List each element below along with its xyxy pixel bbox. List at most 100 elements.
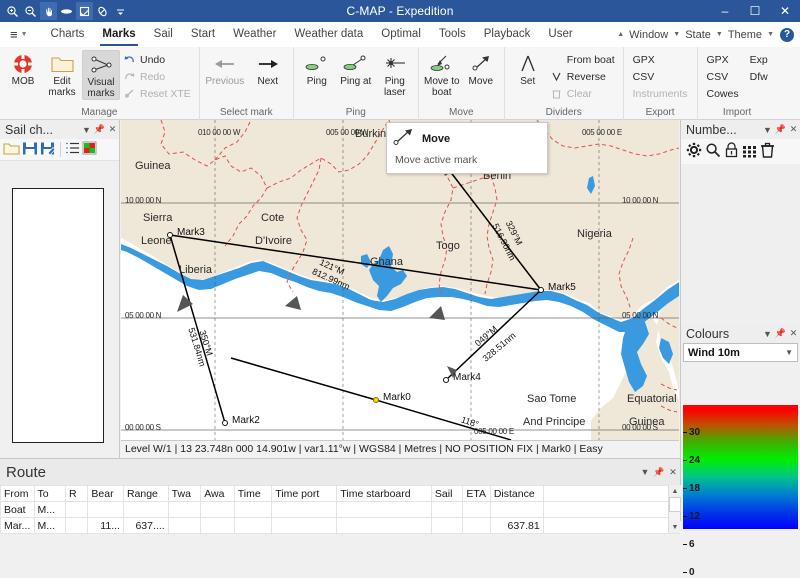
import-dfw-button[interactable]: Dfw — [745, 69, 773, 86]
export-instruments-button[interactable]: Instruments — [628, 86, 693, 103]
save-edit-icon[interactable] — [40, 141, 56, 159]
mark-point[interactable] — [167, 232, 173, 238]
tab-start[interactable]: Start — [182, 22, 224, 47]
chart-map-view[interactable]: 010 00 00 W 005 00 00 W 000 00 00 W 005 … — [121, 120, 679, 458]
reverse-button[interactable]: Reverse — [548, 68, 619, 85]
col-blank[interactable] — [543, 486, 679, 502]
open-folder-icon[interactable] — [3, 141, 20, 159]
search-icon[interactable] — [705, 142, 721, 161]
scroll-up-icon[interactable]: ▲ — [669, 485, 681, 497]
mark-point[interactable] — [538, 287, 544, 293]
col-sail[interactable]: Sail — [431, 486, 463, 502]
mark-point[interactable] — [222, 420, 228, 426]
reset-xte-button[interactable]: Reset XTE — [121, 85, 195, 102]
tab-marks[interactable]: Marks — [93, 22, 144, 47]
map-canvas[interactable]: 010 00 00 W 005 00 00 W 000 00 00 W 005 … — [121, 120, 679, 440]
tab-tools[interactable]: Tools — [430, 22, 475, 47]
clear-dividers-button[interactable]: Clear — [548, 85, 619, 102]
move-button[interactable]: Move — [462, 50, 500, 88]
import-cowes-button[interactable]: Cowes — [702, 86, 744, 103]
route-vertical-scrollbar[interactable]: ▲ ▼ — [668, 485, 680, 533]
app-menu-button[interactable]: ≡ ▼ — [10, 28, 28, 41]
scroll-down-icon[interactable]: ▼ — [669, 521, 681, 533]
pin-icon[interactable]: 📌 — [774, 328, 787, 339]
close-icon[interactable]: ✕ — [666, 467, 680, 478]
qat-more-icon[interactable] — [112, 2, 129, 20]
from-boat-button[interactable]: From boat — [548, 51, 619, 68]
boat-icon[interactable] — [58, 2, 75, 20]
restore-window-icon[interactable] — [76, 2, 93, 20]
col-time-port[interactable]: Time port — [272, 486, 337, 502]
import-gpx-button[interactable]: GPX — [702, 52, 744, 69]
tab-optimal[interactable]: Optimal — [372, 22, 430, 47]
mob-button[interactable]: MOB — [4, 50, 42, 88]
pin-icon[interactable]: 📌 — [652, 467, 666, 478]
tab-weather-data[interactable]: Weather data — [285, 22, 372, 47]
col-twa[interactable]: Twa — [168, 486, 201, 502]
mark-point[interactable] — [443, 377, 449, 383]
chevron-up-icon[interactable]: ▲ — [616, 31, 625, 38]
tab-sail[interactable]: Sail — [145, 22, 182, 47]
zoom-in-icon[interactable] — [4, 2, 21, 20]
table-row[interactable]: Boat M... — [1, 502, 680, 518]
save-icon[interactable] — [22, 141, 38, 159]
chevron-down-icon-theme[interactable]: ▼ — [766, 31, 775, 38]
col-range[interactable]: Range — [123, 486, 168, 502]
chevron-down-icon[interactable]: ▼ — [638, 467, 652, 477]
maximize-button[interactable]: ☐ — [740, 0, 770, 22]
minimize-button[interactable]: – — [710, 0, 740, 22]
tab-user[interactable]: User — [539, 22, 581, 47]
set-dividers-button[interactable]: Set — [509, 50, 547, 88]
menu-state[interactable]: State — [683, 29, 713, 41]
tab-weather[interactable]: Weather — [224, 22, 285, 47]
chevron-down-icon-window[interactable]: ▼ — [672, 31, 681, 38]
ping-at-button[interactable]: Ping at — [337, 50, 375, 88]
close-button[interactable]: ✕ — [770, 0, 800, 22]
col-awa[interactable]: Awa — [201, 486, 235, 502]
help-icon[interactable]: ? — [780, 28, 794, 42]
tab-playback[interactable]: Playback — [475, 22, 540, 47]
col-distance[interactable]: Distance — [490, 486, 543, 502]
scrollbar-thumb[interactable] — [669, 497, 681, 512]
export-gpx-button[interactable]: GPX — [628, 52, 693, 69]
col-eta[interactable]: ETA — [463, 486, 490, 502]
visual-marks-button[interactable]: Visual marks — [82, 50, 120, 100]
menu-window[interactable]: Window — [627, 29, 670, 41]
numbers-panel-body[interactable] — [681, 164, 800, 324]
edit-marks-button[interactable]: Edit marks — [43, 50, 81, 98]
sail-chart-canvas[interactable] — [12, 188, 104, 443]
col-bear[interactable]: Bear — [88, 486, 124, 502]
grid-icon[interactable] — [742, 142, 757, 161]
export-csv-button[interactable]: CSV — [628, 69, 693, 86]
chevron-down-icon[interactable]: ▼ — [761, 329, 774, 339]
import-exp-button[interactable]: Exp — [745, 52, 773, 69]
colours-layer-select[interactable]: Wind 10m ▼ — [683, 343, 798, 362]
pin-icon[interactable]: 📌 — [93, 124, 106, 135]
col-time-starboard[interactable]: Time starboard — [337, 486, 432, 502]
route-table[interactable]: From To R Bear Range Twa Awa Time Time p… — [0, 485, 680, 534]
col-time[interactable]: Time — [234, 486, 272, 502]
pan-hand-icon[interactable] — [40, 2, 57, 20]
previous-mark-button[interactable]: Previous — [204, 50, 246, 88]
chevron-down-icon-state[interactable]: ▼ — [715, 31, 724, 38]
zoom-out-icon[interactable] — [22, 2, 39, 20]
mark-point-active[interactable] — [373, 397, 379, 403]
move-to-boat-button[interactable]: Move to boat — [423, 50, 461, 98]
close-icon[interactable]: ✕ — [787, 124, 800, 135]
close-icon[interactable]: ✕ — [106, 124, 119, 135]
col-to[interactable]: To — [34, 486, 66, 502]
import-csv-button[interactable]: CSV — [702, 69, 744, 86]
list-icon[interactable] — [65, 141, 80, 158]
trash-icon[interactable] — [760, 142, 775, 161]
pin-icon[interactable]: 📌 — [774, 124, 787, 135]
chevron-down-icon[interactable]: ▼ — [761, 125, 774, 135]
next-mark-button[interactable]: Next — [247, 50, 289, 88]
palette-icon[interactable] — [82, 141, 97, 158]
menu-theme[interactable]: Theme — [726, 29, 764, 41]
col-r[interactable]: R — [66, 486, 88, 502]
close-icon[interactable]: ✕ — [787, 328, 800, 339]
ping-laser-button[interactable]: Ping laser — [376, 50, 414, 98]
lock-icon[interactable] — [724, 142, 739, 161]
chevron-down-icon[interactable]: ▼ — [80, 125, 93, 135]
tab-charts[interactable]: Charts — [42, 22, 94, 47]
